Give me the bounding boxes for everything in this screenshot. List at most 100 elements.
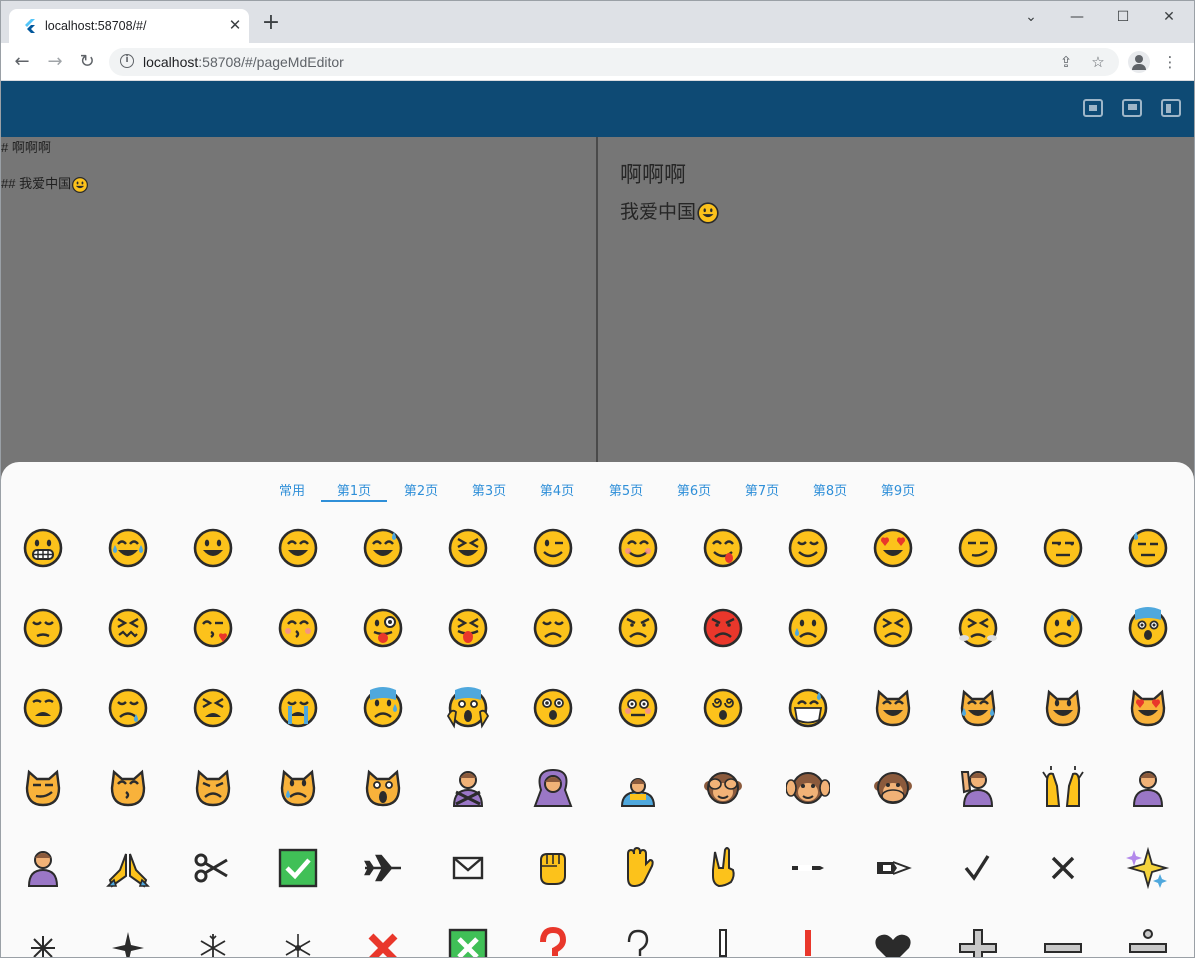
snowflake-emoji-icon[interactable] bbox=[191, 926, 235, 957]
black-nib-emoji-icon[interactable] bbox=[871, 846, 915, 890]
grey-question-emoji-icon[interactable] bbox=[616, 926, 660, 957]
unamused-emoji-icon[interactable] bbox=[1041, 526, 1085, 570]
profile-avatar-icon[interactable] bbox=[1128, 51, 1150, 73]
emoji-tab[interactable]: 第8页 bbox=[797, 480, 863, 499]
fearful-emoji-icon[interactable] bbox=[1126, 606, 1170, 650]
emoji-tab[interactable]: 第4页 bbox=[524, 480, 590, 499]
close-window-icon[interactable]: ✕ bbox=[1157, 7, 1181, 27]
smiley-cat-emoji-icon[interactable] bbox=[1041, 686, 1085, 730]
hear-no-evil-emoji-icon[interactable] bbox=[786, 766, 830, 810]
raised-hands-emoji-icon[interactable] bbox=[1041, 766, 1085, 810]
person-frowning-emoji-icon[interactable] bbox=[1126, 766, 1170, 810]
smirk-emoji-icon[interactable] bbox=[956, 526, 1000, 570]
smile-cat-emoji-icon[interactable] bbox=[871, 686, 915, 730]
rage-emoji-icon[interactable] bbox=[701, 606, 745, 650]
browser-tab[interactable]: localhost:58708/#/ ✕ bbox=[9, 9, 249, 43]
check-mark-button-emoji-icon[interactable] bbox=[276, 846, 320, 890]
site-info-icon[interactable]: i bbox=[120, 54, 134, 68]
airplane-emoji-icon[interactable] bbox=[361, 846, 405, 890]
preview-toggle-icon[interactable] bbox=[1083, 99, 1103, 117]
bow-emoji-icon[interactable] bbox=[616, 766, 660, 810]
emoji-tab[interactable]: 常用 bbox=[259, 480, 325, 499]
cross-mark-button-emoji-icon[interactable] bbox=[446, 926, 490, 957]
crying-cat-emoji-icon[interactable] bbox=[276, 766, 320, 810]
scream-cat-emoji-icon[interactable] bbox=[361, 766, 405, 810]
scream-emoji-icon[interactable] bbox=[446, 686, 490, 730]
stuck-out-tongue-closed-emoji-icon[interactable] bbox=[446, 606, 490, 650]
person-pouting-emoji-icon[interactable] bbox=[21, 846, 65, 890]
reload-icon[interactable]: ↻ bbox=[76, 51, 98, 73]
emoji-tab[interactable]: 第3页 bbox=[456, 480, 522, 499]
close-tab-icon[interactable]: ✕ bbox=[227, 17, 243, 33]
sweat-smile-emoji-icon[interactable] bbox=[361, 526, 405, 570]
joy-emoji-icon[interactable] bbox=[106, 526, 150, 570]
menu-kebab-icon[interactable]: ⋮ bbox=[1160, 52, 1180, 72]
emoji-tab[interactable]: 第6页 bbox=[661, 480, 727, 499]
scissors-emoji-icon[interactable] bbox=[191, 846, 235, 890]
new-tab-icon[interactable]: + bbox=[261, 12, 281, 34]
ok-woman-emoji-icon[interactable] bbox=[531, 766, 575, 810]
persevere-emoji-icon[interactable] bbox=[871, 606, 915, 650]
sparkle-emoji-icon[interactable] bbox=[276, 926, 320, 957]
emoji-tab[interactable]: 第2页 bbox=[388, 480, 454, 499]
multiply-emoji-icon[interactable] bbox=[1041, 846, 1085, 890]
see-no-evil-emoji-icon[interactable] bbox=[701, 766, 745, 810]
emoji-tab[interactable]: 第9页 bbox=[865, 480, 931, 499]
share-icon[interactable]: ⇪ bbox=[1056, 52, 1076, 72]
sleepy-emoji-icon[interactable] bbox=[106, 686, 150, 730]
minus-emoji-icon[interactable] bbox=[1041, 926, 1085, 957]
disappointed-relieved-emoji-icon[interactable] bbox=[1041, 606, 1085, 650]
sob-emoji-icon[interactable] bbox=[276, 686, 320, 730]
check-mark-emoji-icon[interactable] bbox=[956, 846, 1000, 890]
raising-hand-emoji-icon[interactable] bbox=[956, 766, 1000, 810]
address-bar[interactable]: i localhost:58708/#/pageMdEditor bbox=[109, 48, 1119, 76]
pencil-emoji-icon[interactable] bbox=[786, 846, 830, 890]
grin-emoji-icon[interactable] bbox=[21, 526, 65, 570]
eight-spoked-asterisk-emoji-icon[interactable] bbox=[21, 926, 65, 957]
cross-mark-emoji-icon[interactable] bbox=[361, 926, 405, 957]
mask-emoji-icon[interactable] bbox=[786, 686, 830, 730]
maximize-icon[interactable]: ☐ bbox=[1111, 7, 1135, 27]
stuck-out-tongue-wink-emoji-icon[interactable] bbox=[361, 606, 405, 650]
heavy-heart-emoji-icon[interactable] bbox=[871, 926, 915, 957]
cold-sweat-emoji-icon[interactable] bbox=[361, 686, 405, 730]
blush-emoji-icon[interactable] bbox=[616, 526, 660, 570]
forward-icon[interactable]: → bbox=[44, 51, 66, 73]
triumph-emoji-icon[interactable] bbox=[956, 606, 1000, 650]
laughing-emoji-icon[interactable] bbox=[446, 526, 490, 570]
question-emoji-icon[interactable] bbox=[531, 926, 575, 957]
fist-emoji-icon[interactable] bbox=[531, 846, 575, 890]
astonished-emoji-icon[interactable] bbox=[531, 686, 575, 730]
divide-emoji-icon[interactable] bbox=[1126, 926, 1170, 957]
yum-emoji-icon[interactable] bbox=[701, 526, 745, 570]
raised-hand-emoji-icon[interactable] bbox=[616, 846, 660, 890]
kissing-heart-emoji-icon[interactable] bbox=[191, 606, 235, 650]
angry-emoji-icon[interactable] bbox=[616, 606, 660, 650]
speak-no-evil-emoji-icon[interactable] bbox=[871, 766, 915, 810]
editor-only-icon[interactable] bbox=[1161, 99, 1181, 117]
emoji-tab[interactable]: 第1页 bbox=[321, 480, 387, 499]
relieved-emoji-icon[interactable] bbox=[786, 526, 830, 570]
victory-hand-emoji-icon[interactable] bbox=[701, 846, 745, 890]
no-good-emoji-icon[interactable] bbox=[446, 766, 490, 810]
kissing-cat-emoji-icon[interactable] bbox=[106, 766, 150, 810]
pensive-emoji-icon[interactable] bbox=[21, 606, 65, 650]
sparkles-emoji-icon[interactable] bbox=[1126, 846, 1170, 890]
eight-pointed-star-emoji-icon[interactable] bbox=[106, 926, 150, 957]
smile-emoji-icon[interactable] bbox=[276, 526, 320, 570]
back-icon[interactable]: ← bbox=[11, 51, 33, 73]
split-view-icon[interactable] bbox=[1122, 99, 1142, 117]
kissing-blush-emoji-icon[interactable] bbox=[276, 606, 320, 650]
exclamation-emoji-icon[interactable] bbox=[786, 926, 830, 957]
disappointed-emoji-icon[interactable] bbox=[531, 606, 575, 650]
sweat-emoji-icon[interactable] bbox=[1126, 526, 1170, 570]
flushed-emoji-icon[interactable] bbox=[616, 686, 660, 730]
emoji-tab[interactable]: 第5页 bbox=[593, 480, 659, 499]
heart-eyes-emoji-icon[interactable] bbox=[871, 526, 915, 570]
grey-exclamation-emoji-icon[interactable] bbox=[701, 926, 745, 957]
minimize-icon[interactable]: — bbox=[1065, 7, 1089, 27]
confounded-emoji-icon[interactable] bbox=[106, 606, 150, 650]
bookmark-star-icon[interactable]: ☆ bbox=[1088, 52, 1108, 72]
heart-eyes-cat-emoji-icon[interactable] bbox=[1126, 686, 1170, 730]
wink-emoji-icon[interactable] bbox=[531, 526, 575, 570]
